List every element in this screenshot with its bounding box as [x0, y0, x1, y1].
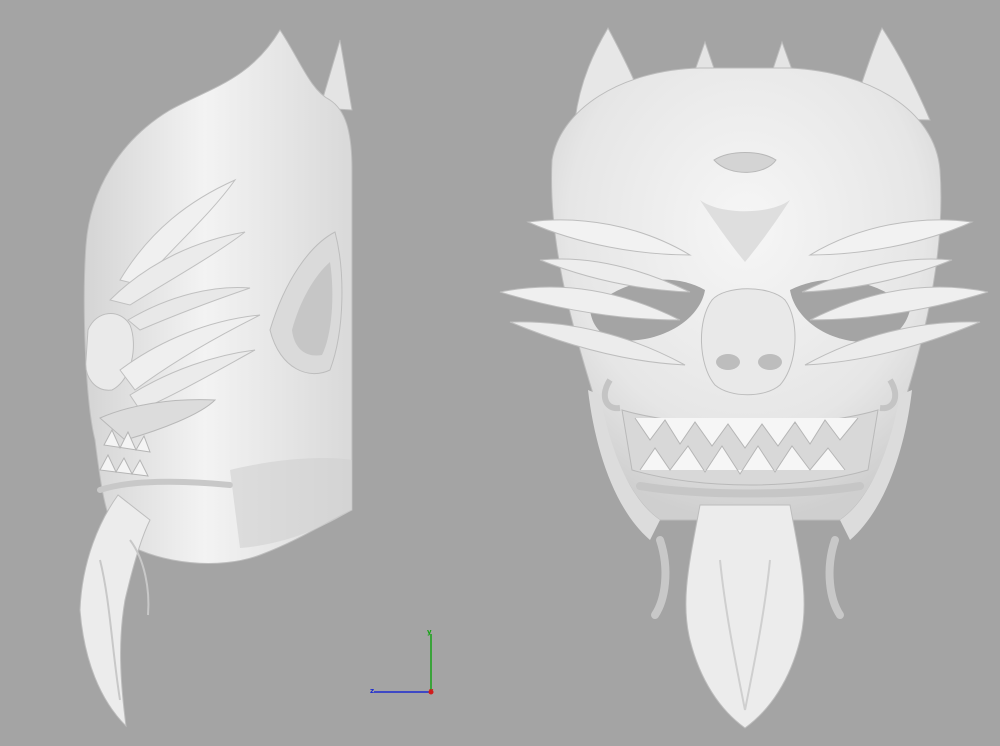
mask-side-view[interactable] [79, 29, 353, 728]
mask-front-view[interactable] [499, 26, 989, 729]
axis-gizmo[interactable]: y x z [366, 626, 442, 702]
model-scene [79, 26, 989, 729]
3d-viewport[interactable]: y x z [0, 0, 1000, 746]
z-axis-label: z [370, 687, 375, 695]
x-axis-label: x [429, 687, 434, 695]
y-axis-label: y [427, 628, 432, 636]
